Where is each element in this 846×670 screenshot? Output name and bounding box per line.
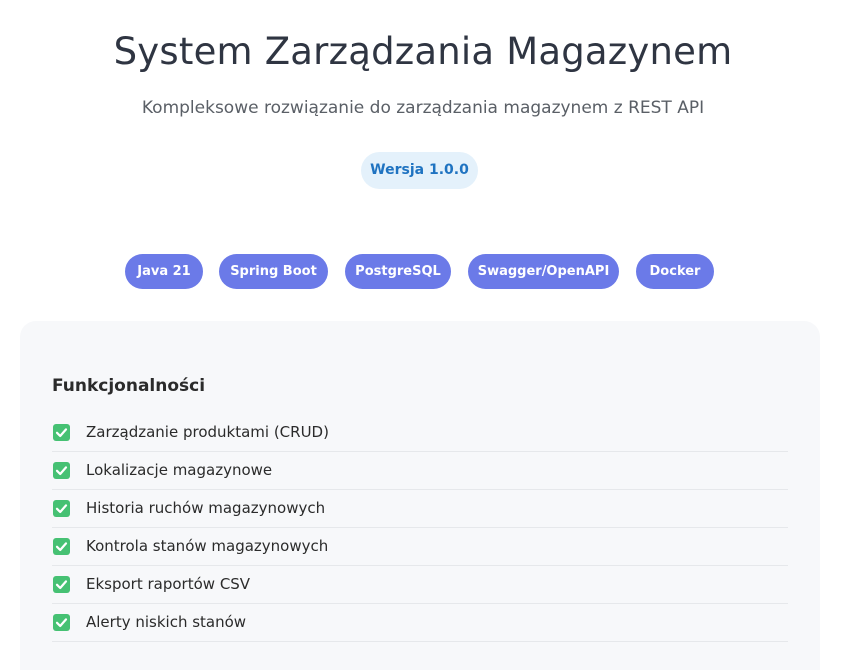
feature-item: Alerty niskich stanów bbox=[52, 604, 788, 642]
check-icon bbox=[53, 576, 70, 593]
feature-label: Historia ruchów magazynowych bbox=[86, 499, 326, 517]
page: System Zarządzania Magazynem Kompleksowe… bbox=[0, 0, 846, 670]
check-icon bbox=[53, 538, 70, 555]
tech-badge-postgresql: PostgreSQL bbox=[345, 254, 451, 289]
feature-label: Alerty niskich stanów bbox=[86, 613, 247, 631]
feature-item: Lokalizacje magazynowe bbox=[52, 452, 788, 490]
tech-stack-badges: Java 21 Spring Boot PostgreSQL Swagger/O… bbox=[0, 254, 846, 289]
feature-label: Lokalizacje magazynowe bbox=[86, 461, 273, 479]
feature-label: Eksport raportów CSV bbox=[86, 575, 251, 593]
feature-item: Historia ruchów magazynowych bbox=[52, 490, 788, 528]
feature-item: Eksport raportów CSV bbox=[52, 566, 788, 604]
check-icon bbox=[53, 462, 70, 479]
tech-badge-docker: Docker bbox=[636, 254, 714, 289]
tech-badge-spring-boot: Spring Boot bbox=[219, 254, 328, 289]
features-title: Funkcjonalności bbox=[52, 376, 206, 396]
tech-badge-swagger: Swagger/OpenAPI bbox=[468, 254, 619, 289]
check-icon bbox=[53, 500, 70, 517]
tech-badge-java: Java 21 bbox=[125, 254, 203, 289]
features-list: Zarządzanie produktami (CRUD) Lokalizacj… bbox=[52, 414, 788, 642]
feature-item: Kontrola stanów magazynowych bbox=[52, 528, 788, 566]
feature-label: Kontrola stanów magazynowych bbox=[86, 537, 329, 555]
check-icon bbox=[53, 614, 70, 631]
check-icon bbox=[53, 424, 70, 441]
page-subtitle: Kompleksowe rozwiązanie do zarządzania m… bbox=[141, 98, 705, 118]
features-card: Funkcjonalności Zarządzanie produktami (… bbox=[20, 321, 820, 670]
version-badge: Wersja 1.0.0 bbox=[361, 152, 478, 189]
feature-label: Zarządzanie produktami (CRUD) bbox=[86, 423, 329, 441]
feature-item: Zarządzanie produktami (CRUD) bbox=[52, 414, 788, 452]
page-title: System Zarządzania Magazynem bbox=[113, 30, 733, 73]
